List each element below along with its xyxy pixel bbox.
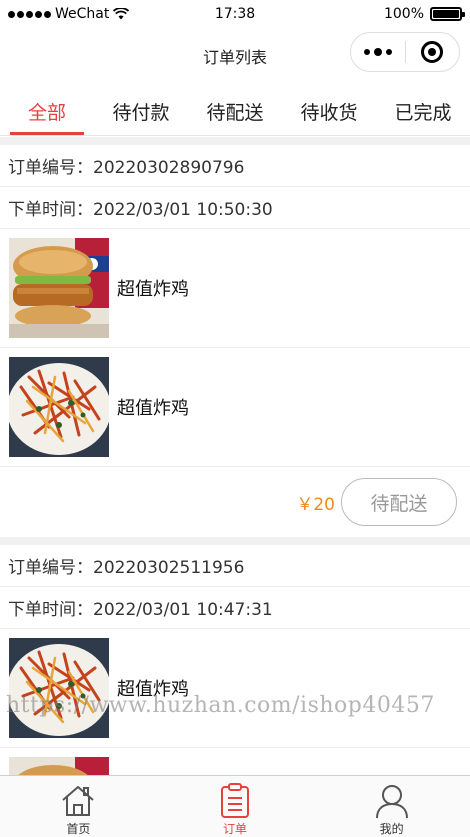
item-name: 超值炸鸡 <box>117 679 189 700</box>
order-time: 下单时间：2022/03/01 10:47:31 <box>0 587 470 629</box>
user-icon <box>372 782 412 820</box>
tabbar-home-label: 首页 <box>66 822 91 836</box>
order-item[interactable] <box>0 748 470 775</box>
order-time: 下单时间：2022/03/01 10:50:30 <box>0 187 470 229</box>
order-item[interactable]: 超值炸鸡 <box>0 229 470 348</box>
tabbar-mine-label: 我的 <box>379 822 404 836</box>
battery-label: 100% <box>383 6 424 22</box>
order-icon <box>215 782 255 820</box>
item-name: 超值炸鸡 <box>117 398 189 419</box>
tab-pending-delivery[interactable]: 待配送 <box>188 86 282 135</box>
order-status-tabs: 全部 待付款 待配送 待收货 已完成 <box>0 86 470 136</box>
tab-completed[interactable]: 已完成 <box>376 86 470 135</box>
order-number: 订单编号：20220302890796 <box>0 145 470 187</box>
tabbar-home[interactable]: 首页 <box>0 776 157 837</box>
tabbar-mine[interactable]: 我的 <box>313 776 470 837</box>
bottom-tab-bar: 首页 订单 我的 <box>0 775 470 837</box>
battery-icon <box>430 7 465 21</box>
order-price: ￥20 <box>296 494 335 515</box>
order-footer: ￥20 待配送 <box>0 467 470 537</box>
tab-pending-payment[interactable]: 待付款 <box>94 86 188 135</box>
burger-image <box>9 238 109 338</box>
order-card[interactable]: 订单编号：20220302511956 下单时间：2022/03/01 10:4… <box>0 545 470 775</box>
home-icon <box>58 782 98 820</box>
close-mini-program-icon[interactable] <box>406 33 459 71</box>
nav-bar: 订单列表 <box>0 30 470 78</box>
fries-image <box>9 357 109 457</box>
order-status-button[interactable]: 待配送 <box>341 478 457 526</box>
order-card[interactable]: 订单编号：20220302890796 下单时间：2022/03/01 10:5… <box>0 145 470 537</box>
tabbar-orders[interactable]: 订单 <box>157 776 314 837</box>
tab-pending-receipt[interactable]: 待收货 <box>282 86 376 135</box>
item-name: 超值炸鸡 <box>117 279 189 300</box>
order-item[interactable]: 超值炸鸡 <box>0 348 470 467</box>
battery-area: 100% <box>383 6 465 22</box>
fries-image <box>9 638 109 738</box>
order-list: 订单编号：20220302890796 下单时间：2022/03/01 10:5… <box>0 137 470 775</box>
burger-image <box>9 757 109 775</box>
status-bar: WeChat 17:38 100% <box>0 0 470 30</box>
order-item[interactable]: 超值炸鸡 <box>0 629 470 748</box>
tabbar-orders-label: 订单 <box>223 822 248 836</box>
more-menu-icon[interactable] <box>351 33 405 71</box>
mini-program-capsule <box>350 32 460 72</box>
order-number: 订单编号：20220302511956 <box>0 545 470 587</box>
tab-all[interactable]: 全部 <box>0 86 94 135</box>
